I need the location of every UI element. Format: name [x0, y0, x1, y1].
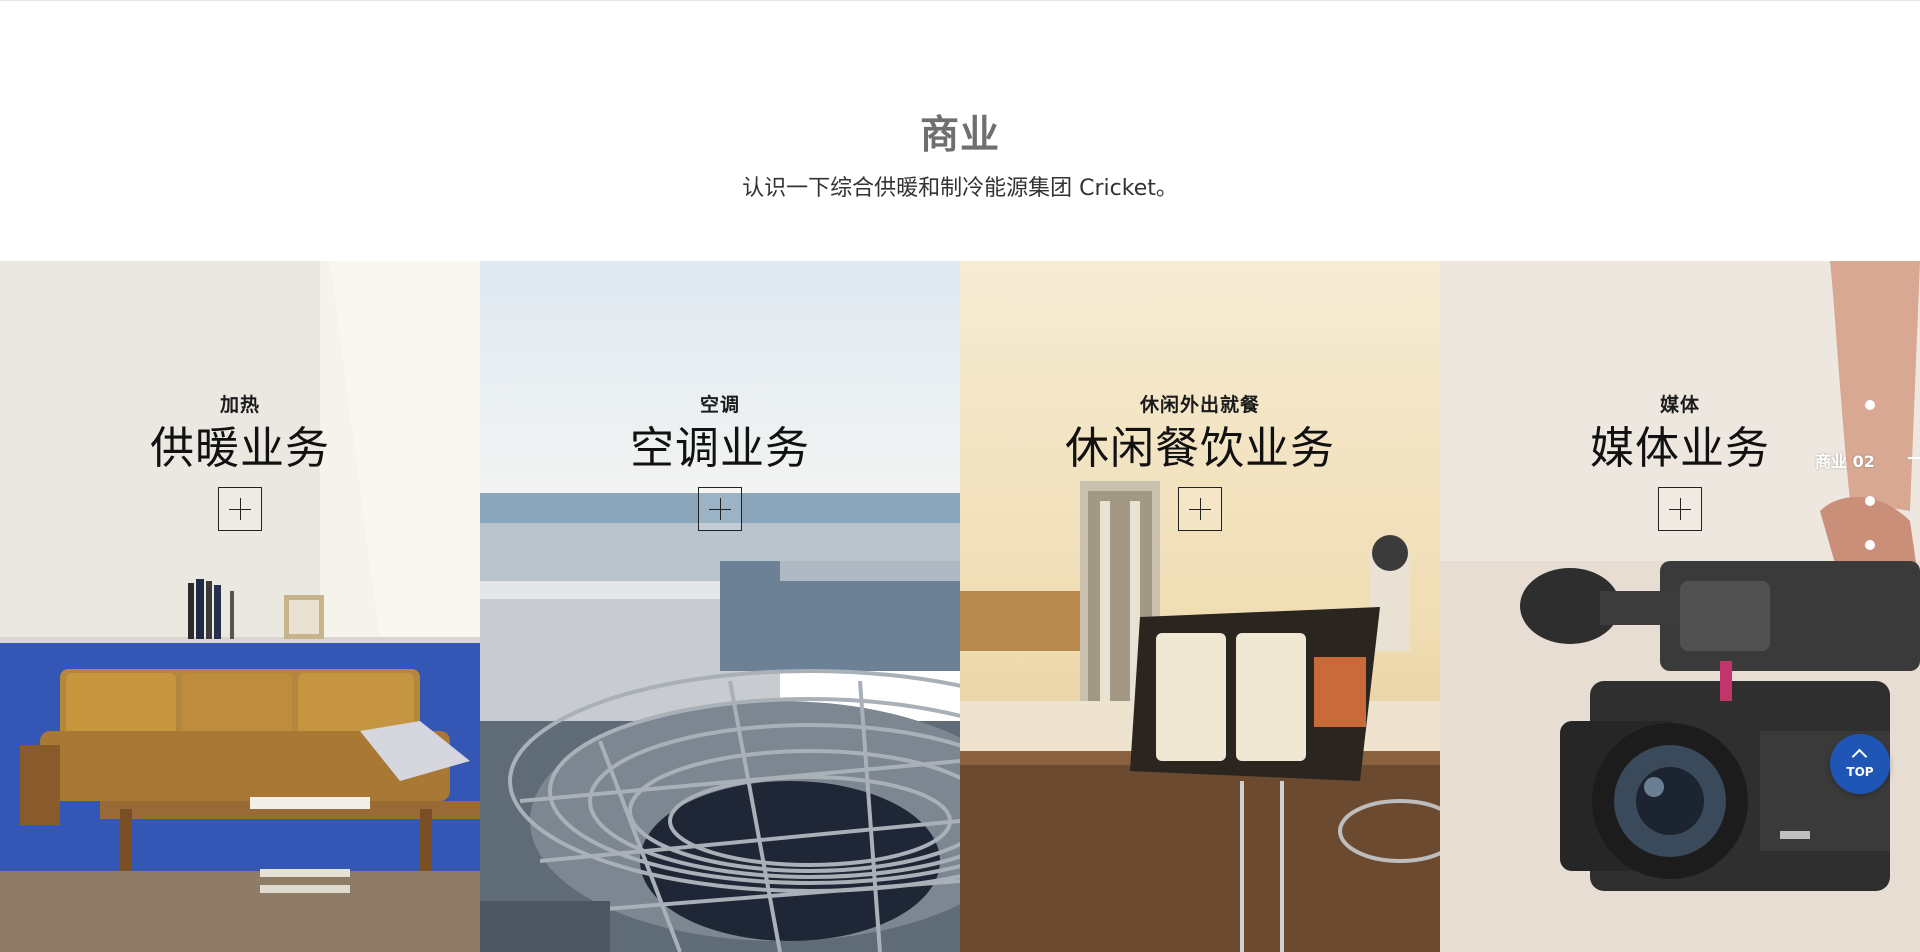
- card-heading: 休闲外出就餐 休闲餐饮业务: [960, 392, 1440, 478]
- expand-plus-button[interactable]: [1658, 487, 1702, 531]
- card-heating[interactable]: 加热 供暖业务: [0, 261, 480, 952]
- card-category: 休闲外出就餐: [1139, 394, 1260, 416]
- video-camera-image: [1440, 261, 1920, 952]
- card-leisure-dining[interactable]: 休闲外出就餐 休闲餐饮业务: [960, 261, 1440, 952]
- card-heading: 加热 供暖业务: [0, 392, 480, 478]
- pager-dot-1[interactable]: [1865, 400, 1875, 410]
- business-cards: 加热 供暖业务 空调 空调业务 休闲外出就餐 休闲餐饮业务 媒体 媒体业务: [0, 261, 1920, 952]
- chevron-up-icon: [1851, 748, 1868, 765]
- expand-plus-button[interactable]: [1178, 487, 1222, 531]
- section-subtitle: 认识一下综合供暖和制冷能源集团 Cricket。: [742, 176, 1178, 201]
- card-title: 空调业务: [630, 423, 810, 474]
- restaurant-counter-image: [960, 261, 1440, 952]
- card-category: 加热: [219, 394, 260, 416]
- pager-dot-3[interactable]: [1865, 496, 1875, 506]
- top-button-label: TOP: [1846, 765, 1874, 779]
- expand-plus-button[interactable]: [218, 487, 262, 531]
- section-pager: 商业 02: [1810, 398, 1920, 558]
- card-air-conditioning[interactable]: 空调 空调业务: [480, 261, 960, 952]
- pager-current-label: 商业 02: [1815, 452, 1875, 471]
- card-category: 空调: [699, 394, 740, 416]
- card-title: 休闲餐饮业务: [1065, 423, 1335, 474]
- air-conditioner-fan-image: [480, 261, 960, 952]
- section-title: 商业: [919, 113, 1000, 158]
- card-media[interactable]: 媒体 媒体业务: [1440, 261, 1920, 952]
- top-divider: [0, 0, 1920, 1]
- back-to-top-button[interactable]: TOP: [1830, 734, 1890, 794]
- pager-active-line: [1908, 457, 1920, 459]
- card-title: 供暖业务: [150, 423, 330, 474]
- heating-living-room-image: [0, 261, 480, 952]
- expand-plus-button[interactable]: [698, 487, 742, 531]
- pager-dot-4[interactable]: [1865, 540, 1875, 550]
- card-heading: 空调 空调业务: [480, 392, 960, 478]
